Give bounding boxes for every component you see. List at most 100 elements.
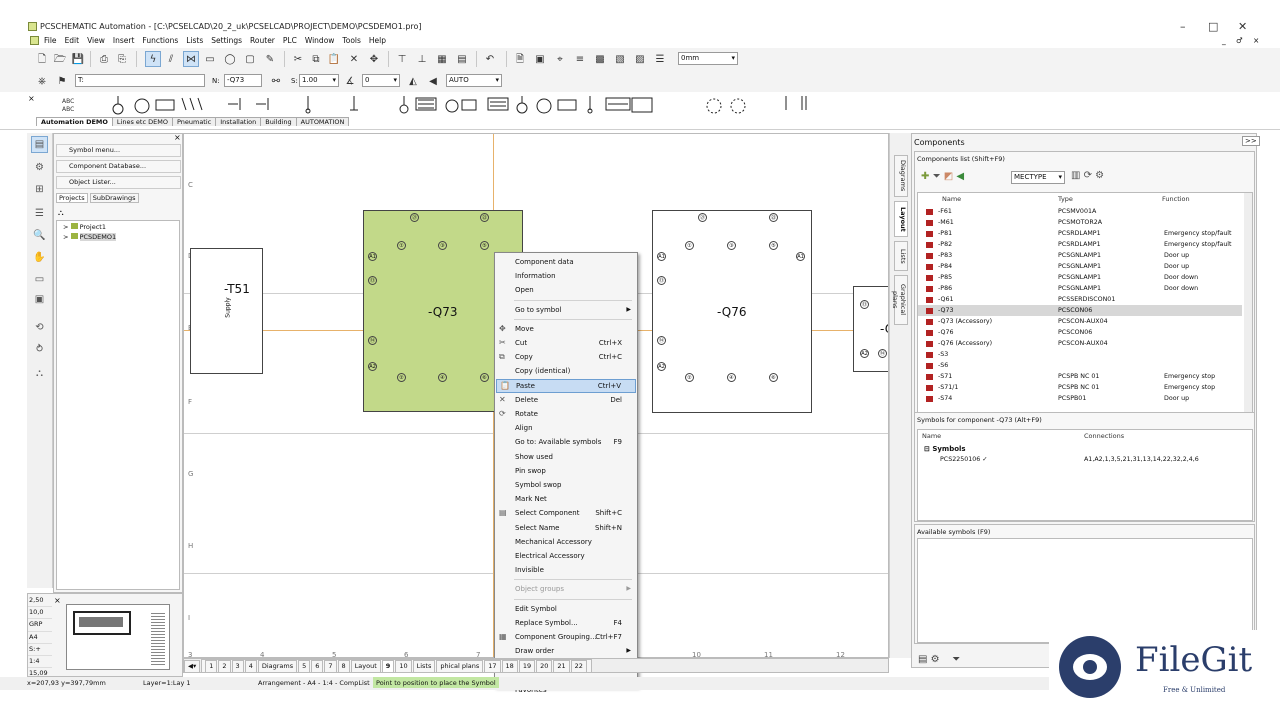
menu-item-pin-swop[interactable]: Pin swop bbox=[496, 464, 636, 478]
calc-icon[interactable]: ▣ bbox=[532, 51, 548, 67]
list-icon[interactable]: ☰ bbox=[652, 51, 668, 67]
doc-minimize-button[interactable]: _ bbox=[1222, 36, 1226, 45]
refresh-list-icon[interactable]: ▥ ⟳ ⚙ bbox=[1071, 170, 1104, 181]
table-row[interactable]: -Q76 PCSCON06 bbox=[918, 327, 1242, 338]
menu-item-edit-symbol[interactable]: Edit Symbol bbox=[496, 602, 636, 616]
page-tab[interactable]: 6 bbox=[311, 660, 324, 672]
collapse-button[interactable]: >> bbox=[1242, 136, 1260, 146]
tree-item-pcsdemo1[interactable]: > PCSDEMO1 bbox=[63, 233, 117, 241]
tab-layout[interactable]: Layout bbox=[894, 201, 908, 237]
page-tab[interactable]: Lists bbox=[412, 660, 436, 672]
col-function[interactable]: Function bbox=[1162, 193, 1190, 205]
table-row[interactable]: -P85 PCSGNLAMP1 Door down bbox=[918, 272, 1242, 283]
zoom-icon[interactable]: 🔍 bbox=[31, 227, 48, 244]
page-tab[interactable]: 19 bbox=[518, 660, 536, 672]
db-icon[interactable]: ▩ bbox=[592, 51, 608, 67]
table-row[interactable]: -F61 PCSMV001A bbox=[918, 206, 1242, 217]
projects-icon[interactable]: ▤ bbox=[31, 136, 48, 153]
name-field[interactable]: -Q73 bbox=[224, 74, 262, 87]
pages-icon[interactable]: ⊞ bbox=[31, 181, 48, 198]
circle-icon[interactable]: ◯ bbox=[222, 51, 238, 67]
sym-col-connections[interactable]: Connections bbox=[1084, 430, 1124, 442]
minimap-close-icon[interactable]: × bbox=[54, 596, 61, 605]
menu-item-open[interactable]: Open bbox=[496, 283, 636, 297]
symbol-mode-icon[interactable]: ⋈ bbox=[183, 51, 199, 67]
menu-edit[interactable]: Edit bbox=[65, 36, 80, 45]
table-row[interactable]: -Q73 (Accessory) PCSCON-AUX04 bbox=[918, 316, 1242, 327]
table-row[interactable]: -S6 bbox=[918, 360, 1242, 371]
minimize-button[interactable]: – bbox=[1180, 20, 1186, 33]
page-tab[interactable]: Layout bbox=[350, 660, 381, 672]
page-tab[interactable]: 3 bbox=[231, 660, 244, 672]
page-tab[interactable]: 8 bbox=[337, 660, 350, 672]
menu-item-information[interactable]: Information bbox=[496, 269, 636, 283]
menu-item-copy-identical[interactable]: Copy (identical) bbox=[496, 364, 636, 378]
open-icon[interactable]: 🗁 bbox=[52, 51, 68, 67]
page-tab[interactable]: 1 bbox=[205, 660, 218, 672]
tab-subdrawings[interactable]: SubDrawings bbox=[89, 193, 139, 203]
table-row[interactable]: -P83 PCSGNLAMP1 Door up bbox=[918, 250, 1242, 261]
lightning-icon[interactable]: ϟ bbox=[145, 51, 161, 67]
menu-item-align[interactable]: Align bbox=[496, 421, 636, 435]
menu-item-mark-net[interactable]: Mark Net bbox=[496, 492, 636, 506]
symbols-group[interactable]: ⊟ Symbols bbox=[924, 445, 966, 453]
menu-help[interactable]: Help bbox=[369, 36, 386, 45]
align-icon[interactable]: ⊤ bbox=[394, 51, 410, 67]
symbols-icon[interactable]: ⚙ bbox=[31, 159, 48, 176]
doc-close-button[interactable]: × bbox=[1253, 36, 1259, 45]
table-row[interactable]: -S3 bbox=[918, 349, 1242, 360]
menu-item-invisible[interactable]: Invisible bbox=[496, 563, 636, 577]
page-tab[interactable]: 22 bbox=[570, 660, 587, 672]
table-row[interactable]: -P84 PCSGNLAMP1 Door up bbox=[918, 261, 1242, 272]
align2-icon[interactable]: ⊥ bbox=[414, 51, 430, 67]
pan-icon[interactable]: ✋ bbox=[31, 249, 48, 266]
menu-plc[interactable]: PLC bbox=[283, 36, 297, 45]
network-icon[interactable]: ⌖ bbox=[552, 51, 568, 67]
page-tab[interactable]: 5 bbox=[298, 660, 311, 672]
menu-item-select-component[interactable]: ▤ Select Component Shift+C bbox=[496, 506, 636, 520]
network-tree-icon[interactable]: ⛬ bbox=[31, 365, 48, 382]
page-tab[interactable]: 7 bbox=[324, 660, 337, 672]
menu-item-replace-symbol[interactable]: Replace Symbol... F4 bbox=[496, 616, 636, 630]
symbol-row[interactable]: PCS2250106 ✓ bbox=[940, 456, 988, 463]
symbol-tab-5[interactable]: AUTOMATION bbox=[295, 117, 350, 126]
table-row[interactable]: -S71 PCSPB NC 01 Emergency stop bbox=[918, 371, 1242, 382]
cut-icon[interactable]: ✂ bbox=[290, 51, 306, 67]
table-row[interactable]: -S71/1 PCSPB NC 01 Emergency stop bbox=[918, 382, 1242, 393]
page-tab[interactable]: phical plans bbox=[436, 660, 484, 672]
tab-lists[interactable]: Lists bbox=[894, 241, 908, 271]
page-tab[interactable]: 18 bbox=[501, 660, 518, 672]
symbol-palette-icons[interactable]: ABCABC bbox=[58, 94, 828, 116]
delete-icon[interactable]: ✕ bbox=[346, 51, 362, 67]
text-field[interactable]: T: bbox=[75, 74, 205, 87]
sym-col-name[interactable]: Name bbox=[922, 430, 941, 442]
angle-field[interactable]: 0 ▾ bbox=[362, 74, 400, 87]
refresh-icon[interactable]: ⟲ bbox=[31, 319, 48, 336]
menu-router[interactable]: Router bbox=[250, 36, 275, 45]
auto-select[interactable]: AUTO ▾ bbox=[446, 74, 502, 87]
flip-icon[interactable]: ◀ bbox=[425, 73, 441, 89]
menu-item-mechanical-accessory[interactable]: Mechanical Accessory bbox=[496, 535, 636, 549]
menu-tools[interactable]: Tools bbox=[342, 36, 360, 45]
symbol-tab-3[interactable]: Installation bbox=[215, 117, 262, 126]
minimap-preview[interactable] bbox=[66, 604, 170, 670]
symbol-tab-1[interactable]: Lines etc DEMO bbox=[111, 117, 173, 126]
page-icon[interactable]: 🗎 bbox=[512, 51, 528, 67]
menu-insert[interactable]: Insert bbox=[113, 36, 135, 45]
picture-icon[interactable]: ▭ bbox=[31, 271, 48, 288]
magic-icon[interactable]: ⚯ bbox=[268, 73, 284, 89]
db3-icon[interactable]: ▨ bbox=[632, 51, 648, 67]
table-row[interactable]: -M61 PCSMOTOR2A bbox=[918, 217, 1242, 228]
lines-icon[interactable]: ≡ bbox=[572, 51, 588, 67]
filter-select[interactable]: MECTYPE ▾ bbox=[1011, 171, 1065, 184]
menu-item-copy[interactable]: ⧉ Copy Ctrl+C bbox=[496, 350, 636, 364]
menu-settings[interactable]: Settings bbox=[211, 36, 242, 45]
text-mode-icon[interactable]: ▭ bbox=[202, 51, 218, 67]
available-symbols-list[interactable] bbox=[917, 538, 1253, 643]
copy-icon[interactable]: ⧉ bbox=[308, 51, 324, 67]
menu-item-cut[interactable]: ✂ Cut Ctrl+X bbox=[496, 336, 636, 350]
menu-item-show-used[interactable]: Show used bbox=[496, 450, 636, 464]
undo-icon[interactable]: ↶ bbox=[482, 51, 498, 67]
menu-item-draw-order[interactable]: Draw order ▶ bbox=[496, 644, 636, 658]
menu-item-component-data[interactable]: Component data bbox=[496, 255, 636, 269]
